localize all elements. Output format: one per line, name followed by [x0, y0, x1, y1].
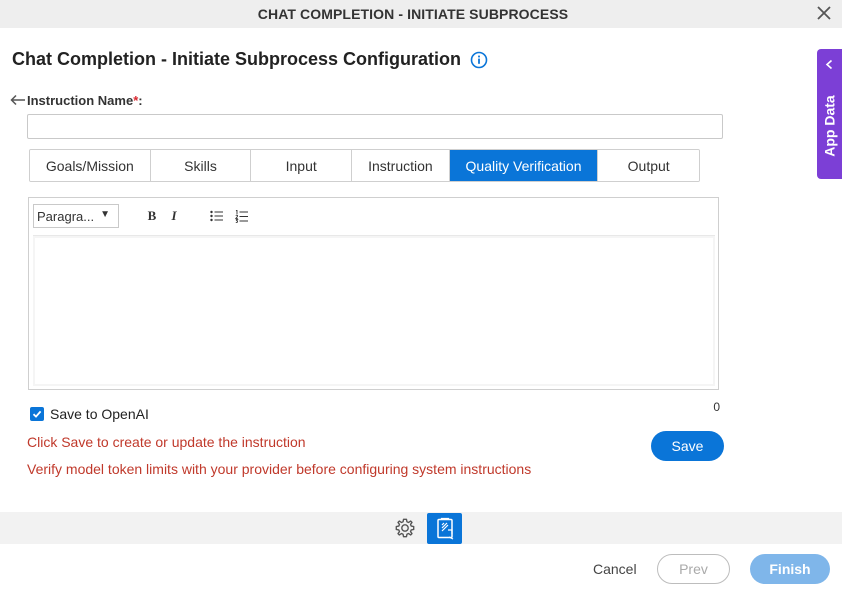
caret-down-icon: ▼ [100, 209, 110, 220]
dialog-title-bar: CHAT COMPLETION - INITIATE SUBPROCESS [0, 0, 842, 28]
tab-output[interactable]: Output [598, 150, 699, 181]
save-button[interactable]: Save [651, 431, 724, 461]
italic-button[interactable]: I [165, 207, 183, 225]
info-icon[interactable] [470, 51, 488, 69]
editor-text-area[interactable] [35, 238, 713, 384]
save-to-openai-label: Save to OpenAI [50, 406, 149, 422]
app-data-panel-toggle[interactable]: App Data [817, 49, 842, 179]
instruction-tabs: Goals/Mission Skills Input Instruction Q… [29, 149, 700, 182]
cancel-button[interactable]: Cancel [593, 561, 637, 577]
document-icon [436, 517, 453, 540]
bold-button[interactable]: B [143, 207, 161, 225]
tab-input[interactable]: Input [251, 150, 353, 181]
editor-content-area[interactable] [33, 235, 715, 386]
bulleted-list-button[interactable] [208, 207, 226, 225]
editor-toolbar: Paragra... ▼ B I [32, 201, 715, 231]
tab-goals-mission[interactable]: Goals/Mission [30, 150, 151, 181]
instruction-name-input[interactable] [27, 114, 723, 139]
rich-text-editor: Paragra... ▼ B I [28, 197, 719, 390]
close-icon[interactable] [816, 5, 832, 21]
save-to-openai-option: Save to OpenAI [30, 406, 149, 422]
arrow-left-icon[interactable] [10, 94, 26, 106]
tab-quality-verification[interactable]: Quality Verification [449, 150, 599, 181]
app-data-label: App Data [821, 95, 838, 157]
tab-skills[interactable]: Skills [150, 150, 252, 181]
checkmark-icon [32, 410, 42, 418]
instruction-name-label: Instruction Name*: [27, 93, 143, 108]
chevron-left-icon [825, 59, 833, 70]
document-view-button[interactable] [427, 513, 462, 544]
finish-button[interactable]: Finish [750, 554, 830, 584]
numbered-list-icon [235, 209, 248, 223]
page-title: Chat Completion - Initiate Subprocess Co… [12, 49, 462, 69]
tab-instruction[interactable]: Instruction [352, 150, 450, 181]
token-limit-message: Verify model token limits with your prov… [27, 461, 532, 477]
bottom-toolbar [0, 512, 842, 544]
paragraph-format-select[interactable]: Paragra... ▼ [33, 204, 119, 228]
save-hint-message: Click Save to create or update the instr… [27, 434, 306, 450]
numbered-list-button[interactable] [233, 207, 251, 225]
character-count: 0 [713, 400, 720, 414]
dialog-title: CHAT COMPLETION - INITIATE SUBPROCESS [257, 6, 569, 22]
prev-button[interactable]: Prev [657, 554, 730, 584]
save-to-openai-checkbox[interactable] [30, 407, 44, 421]
page-heading: Chat Completion - Initiate Subprocess Co… [12, 49, 488, 70]
gear-icon[interactable] [394, 517, 416, 539]
bulleted-list-icon [210, 210, 223, 222]
